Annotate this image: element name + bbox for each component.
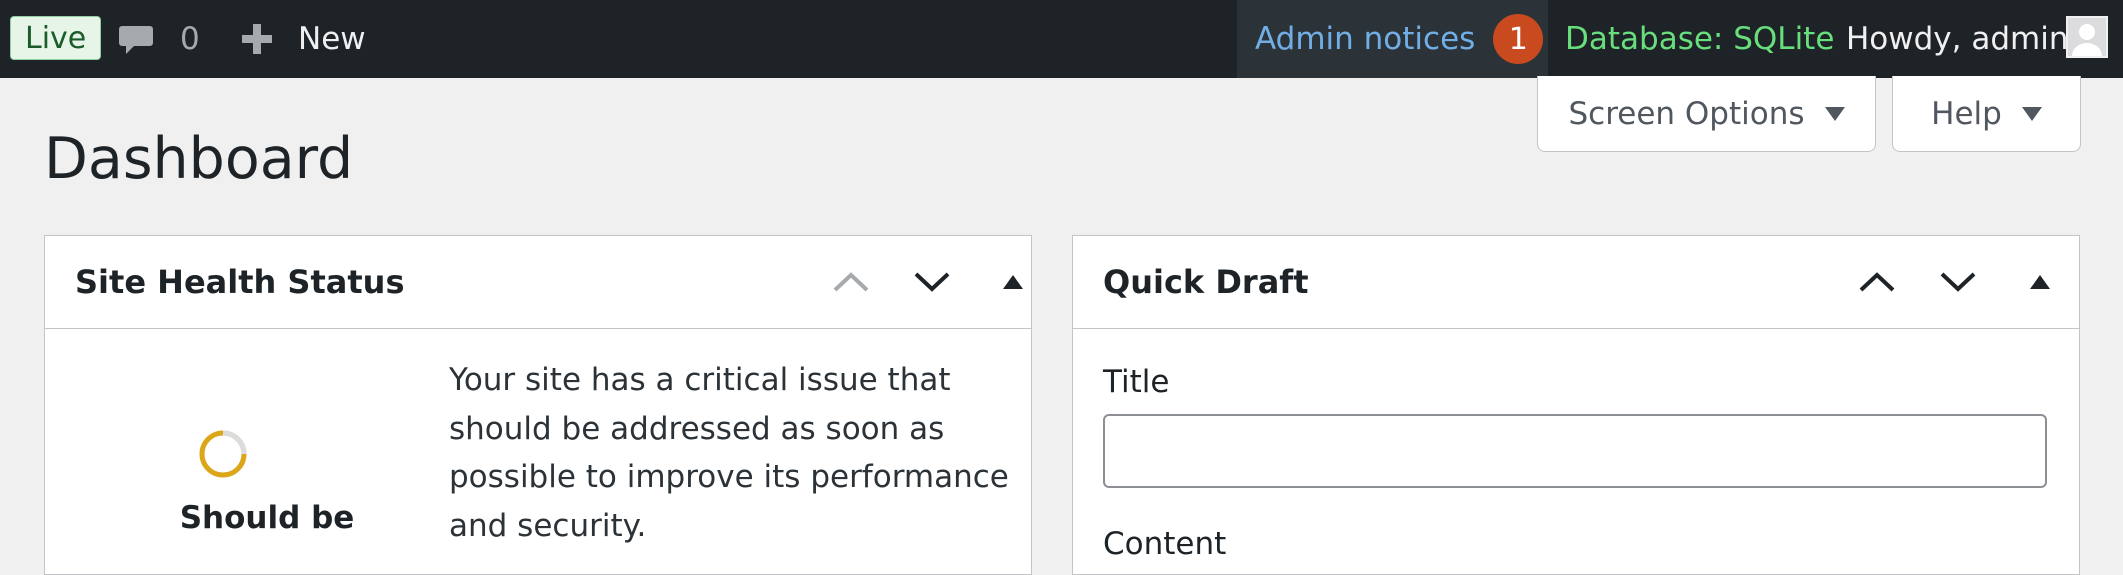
live-badge[interactable]: Live [10,16,102,60]
quick-draft-content-label: Content [1103,526,1227,562]
site-health-progress-icon [198,429,248,483]
chevron-up-icon[interactable] [827,258,875,306]
comments-count: 0 [180,21,200,57]
admin-notices-count-badge: 1 [1493,14,1544,64]
speech-bubble-icon [119,26,153,54]
database-info[interactable]: Database: SQLite [1565,0,1834,78]
quick-draft-title: Quick Draft [1103,263,1309,301]
chevron-down-icon[interactable] [1934,258,1982,306]
triangle-up-icon[interactable] [2016,258,2064,306]
live-label: Live [25,20,87,56]
chevron-down-icon[interactable] [908,258,956,306]
site-health-description: Your site has a critical issue that shou… [449,362,1009,544]
comments-link[interactable]: 0 [118,0,200,78]
my-account-link[interactable]: Howdy, admin [1846,0,2069,78]
site-health-status-label: Should be [179,500,355,536]
help-label: Help [1931,95,2002,132]
admin-notices-link[interactable]: Admin notices 1 [1237,0,1548,78]
help-button[interactable]: Help [1892,76,2081,152]
avatar-silhouette-icon [2072,24,2102,56]
quick-draft-header: Quick Draft [1073,236,2079,329]
site-health-widget: Site Health Status Should be Your site h… [44,235,1032,575]
admin-bar: Live 0 New Admin notices 1 Database: SQL… [0,0,2123,78]
screen-options-label: Screen Options [1568,95,1805,132]
screen-options-button[interactable]: Screen Options [1537,76,1876,152]
triangle-down-icon [1824,106,1845,121]
new-label: New [298,21,366,57]
site-health-title: Site Health Status [75,263,405,301]
triangle-up-icon[interactable] [989,258,1037,306]
admin-notices-label: Admin notices [1255,21,1476,57]
quick-draft-widget: Quick Draft Title Content [1072,235,2080,575]
avatar-icon[interactable] [2066,16,2108,58]
howdy-label: Howdy, admin [1846,21,2069,57]
plus-icon [242,24,272,54]
quick-draft-title-label: Title [1103,364,1170,400]
chevron-up-icon[interactable] [1853,258,1901,306]
quick-draft-title-input[interactable] [1103,414,2047,488]
page-title: Dashboard [44,126,354,192]
triangle-down-icon [2021,106,2042,121]
site-health-header: Site Health Status [45,236,1031,329]
database-label: Database: SQLite [1565,21,1835,57]
new-content-link[interactable]: New [240,0,366,78]
